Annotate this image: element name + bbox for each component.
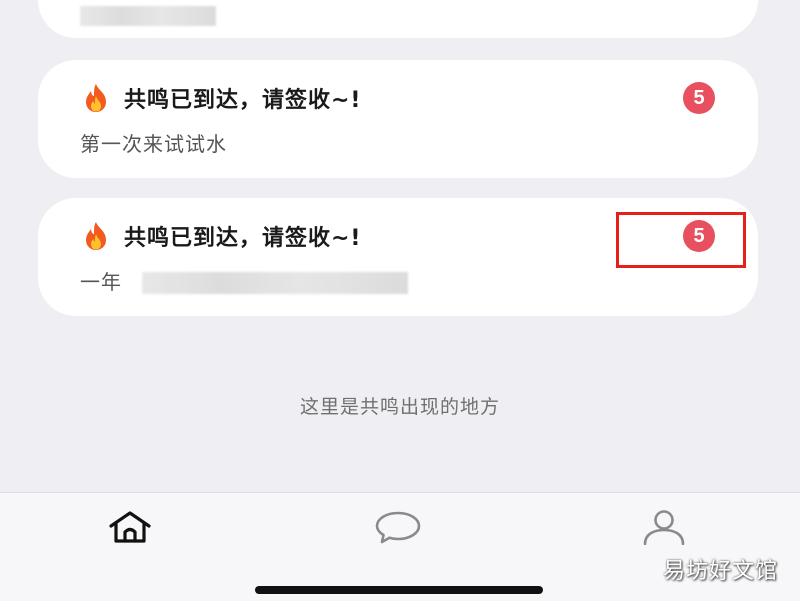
notification-card-partial[interactable] (38, 0, 758, 38)
notification-title: 共鸣已到达，请签收~! (124, 226, 362, 251)
fire-icon (82, 221, 110, 251)
notification-body: 第一次来试试水 (80, 132, 227, 156)
notification-title-row: 共鸣已到达，请签收~! (82, 220, 361, 252)
user-icon (640, 509, 688, 549)
annotation-highlight-box (616, 212, 746, 268)
notification-title: 共鸣已到达，请签收~! (124, 88, 362, 113)
notification-feed: 共鸣已到达，请签收~! 第一次来试试水 5 共鸣已到达，请签收~! 一年 5 这… (0, 0, 800, 492)
fire-icon (82, 83, 110, 113)
empty-hint-text: 这里是共鸣出现的地方 (299, 396, 500, 418)
watermark-text: 易坊好文馆 (662, 559, 778, 584)
tab-home[interactable] (100, 509, 160, 549)
notification-card[interactable]: 共鸣已到达，请签收~! 第一次来试试水 5 (38, 60, 758, 178)
notification-title-row: 共鸣已到达，请签收~! (82, 82, 361, 114)
chat-bubble-icon (373, 510, 423, 548)
tab-messages[interactable] (368, 509, 428, 549)
tab-profile[interactable] (634, 509, 694, 549)
unread-count-badge: 5 (683, 82, 715, 114)
home-icon (106, 510, 154, 548)
blurred-content (80, 6, 216, 26)
notification-body: 一年 (80, 270, 122, 294)
blurred-content (142, 272, 408, 294)
home-indicator[interactable] (255, 586, 543, 594)
